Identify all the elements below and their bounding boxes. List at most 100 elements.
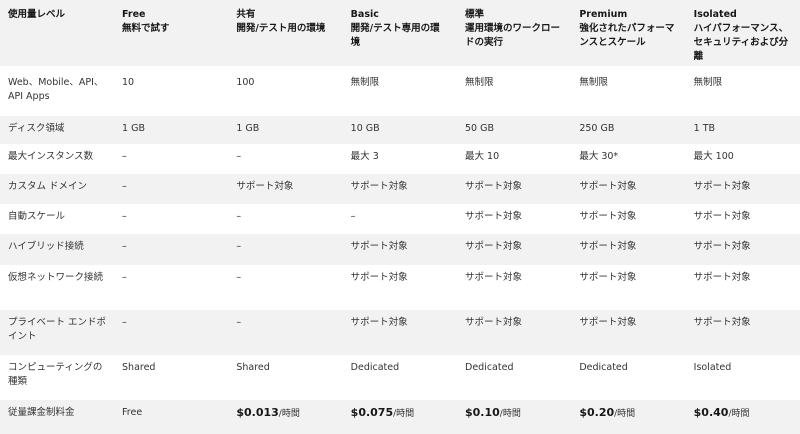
table-cell: Dedicated (350, 362, 400, 373)
table-cell: 無制限 (579, 77, 608, 88)
price-unit: /時間 (393, 409, 415, 419)
price-value: $0.075 (350, 406, 394, 419)
table-cell: 250 GB (571, 116, 686, 144)
price-cell: $0.20/時間 (571, 400, 686, 434)
table-cell: サポート対象 (693, 211, 751, 222)
table-row: 仮想ネットワーク接続 – – サポート対象 サポート対象 サポート対象 サポート… (0, 265, 800, 310)
tier-name: Free (122, 9, 146, 20)
header-row: 使用量レベル Free 無料で試す 共有開発/テスト用の環境 Basic 開発/テス… (0, 0, 800, 66)
table-cell: Dedicated (465, 362, 514, 373)
row-label: ハイブリッド接続 (0, 234, 115, 265)
row-label: 従量課金制料金 (0, 400, 115, 434)
table-row: プライベート エンドポイント – – サポート対象 サポート対象 サポート対象 … (0, 310, 800, 355)
table-cell: 最大 10 (465, 151, 500, 162)
price-value: $0.10 (465, 406, 500, 419)
price-cell: $0.013/時間 (228, 400, 343, 434)
table-cell: サポート対象 (457, 234, 572, 265)
table-cell: – (114, 310, 229, 355)
table-cell: サポート対象 (457, 174, 572, 204)
table-cell: サポート対象 (571, 310, 686, 355)
table-cell: 100 (236, 77, 255, 88)
table-cell: 1 TB (685, 116, 800, 144)
tier-name: Basic (350, 9, 379, 20)
table-cell: サポート対象 (685, 310, 800, 355)
table-cell: – (114, 234, 229, 265)
tier-header-free: Free 無料で試す (114, 0, 229, 66)
table-row: 自動スケール – – – サポート対象 サポート対象 サポート対象 (0, 204, 800, 234)
row-label: カスタム ドメイン (0, 174, 115, 204)
table-cell: サポート対象 (465, 211, 523, 222)
table-row: コンピューティングの種類 Shared Shared Dedicated Ded… (0, 355, 800, 400)
tier-desc: 強化されたパフォーマンスとスケール (579, 23, 675, 48)
table-cell: – (350, 211, 356, 222)
table-cell: サポート対象 (685, 234, 800, 265)
table-cell: サポート対象 (457, 310, 572, 355)
table-cell: 1 GB (228, 116, 343, 144)
tier-desc: 無料で試す (122, 23, 170, 34)
table-cell: 10 (122, 77, 135, 88)
row-label: プライベート エンドポイント (0, 310, 115, 355)
row-label-header: 使用量レベル (0, 0, 115, 66)
table-row: 最大インスタンス数 – – 最大 3 最大 10 最大 30* 最大 100 (0, 144, 800, 174)
row-label: 最大インスタンス数 (8, 151, 94, 162)
table-cell: サポート対象 (693, 272, 751, 283)
tier-desc: 開発/テスト専用の環境 (350, 23, 440, 48)
table-cell: – (236, 211, 242, 222)
table-cell: – (228, 234, 343, 265)
tier-desc: 開発/テスト用の環境 (236, 23, 326, 34)
table-row: Web、Mobile、API、API Apps 10 100 無制限 無制限 無… (0, 66, 800, 116)
price-value: $0.20 (579, 406, 615, 419)
tier-name: Premium (579, 9, 628, 20)
table-cell: 最大 30* (579, 151, 619, 162)
table-cell: 50 GB (457, 116, 572, 144)
table-cell: – (236, 272, 242, 283)
tier-header-isolated: Isolated ハイパフォーマンス、セキュリティおよび分離 (685, 0, 800, 66)
table-cell: サポート対象 (579, 211, 637, 222)
table-cell: – (122, 272, 127, 283)
table-cell: Dedicated (579, 362, 628, 373)
table-cell: 無制限 (693, 77, 723, 88)
tier-header-basic: Basic 開発/テスト専用の環境 (342, 0, 457, 66)
table-cell: サポート対象 (571, 174, 686, 204)
table-cell: サポート対象 (342, 234, 457, 265)
table-cell: サポート対象 (228, 174, 343, 204)
row-label: 自動スケール (8, 211, 66, 222)
price-unit: /時間 (499, 409, 521, 419)
table-cell: 1 GB (114, 116, 229, 144)
tier-header-shared: 共有開発/テスト用の環境 (228, 0, 343, 66)
table-cell: 10 GB (342, 116, 457, 144)
table-cell: – (114, 174, 229, 204)
table-cell: サポート対象 (579, 272, 637, 283)
tier-desc: 運用環境のワークロードの実行 (465, 23, 561, 48)
row-label: ディスク領域 (0, 116, 115, 144)
row-label: Web、Mobile、API、API Apps (8, 77, 104, 102)
table-cell: 最大 3 (350, 151, 379, 162)
table-cell: Shared (122, 362, 156, 373)
price-unit: /時間 (728, 409, 750, 419)
table-cell: 無制限 (350, 77, 380, 88)
table-cell: サポート対象 (342, 174, 457, 204)
price-cell: $0.40/時間 (685, 400, 800, 434)
table-row: カスタム ドメイン – サポート対象 サポート対象 サポート対象 サポート対象 … (0, 174, 800, 204)
tier-name: 共有 (236, 9, 256, 20)
price-cell: $0.075/時間 (342, 400, 457, 434)
row-label: 仮想ネットワーク接続 (8, 272, 104, 283)
tier-header-premium: Premium 強化されたパフォーマンスとスケール (571, 0, 686, 66)
table-row: 従量課金制料金 Free $0.013/時間 $0.075/時間 $0.10/時… (0, 400, 800, 434)
tier-name: Isolated (693, 9, 737, 20)
table-cell: Shared (236, 362, 270, 373)
price-cell: $0.10/時間 (457, 400, 572, 434)
price-unit: /時間 (614, 409, 636, 419)
tier-desc: ハイパフォーマンス、セキュリティおよび分離 (693, 23, 789, 62)
pricing-table: 使用量レベル Free 無料で試す 共有開発/テスト用の環境 Basic 開発/テス… (0, 0, 800, 434)
table-cell: サポート対象 (350, 272, 408, 283)
table-row: ハイブリッド接続 – – サポート対象 サポート対象 サポート対象 サポート対象 (0, 234, 800, 265)
tier-header-standard: 標準 運用環境のワークロードの実行 (457, 0, 572, 66)
price-value: $0.013 (236, 406, 279, 419)
table-cell: 最大 100 (693, 151, 734, 162)
table-cell: – (122, 211, 127, 222)
table-cell: – (122, 151, 127, 162)
table-cell: Isolated (693, 362, 732, 373)
table-cell: サポート対象 (465, 272, 523, 283)
price-unit: /時間 (278, 409, 300, 419)
